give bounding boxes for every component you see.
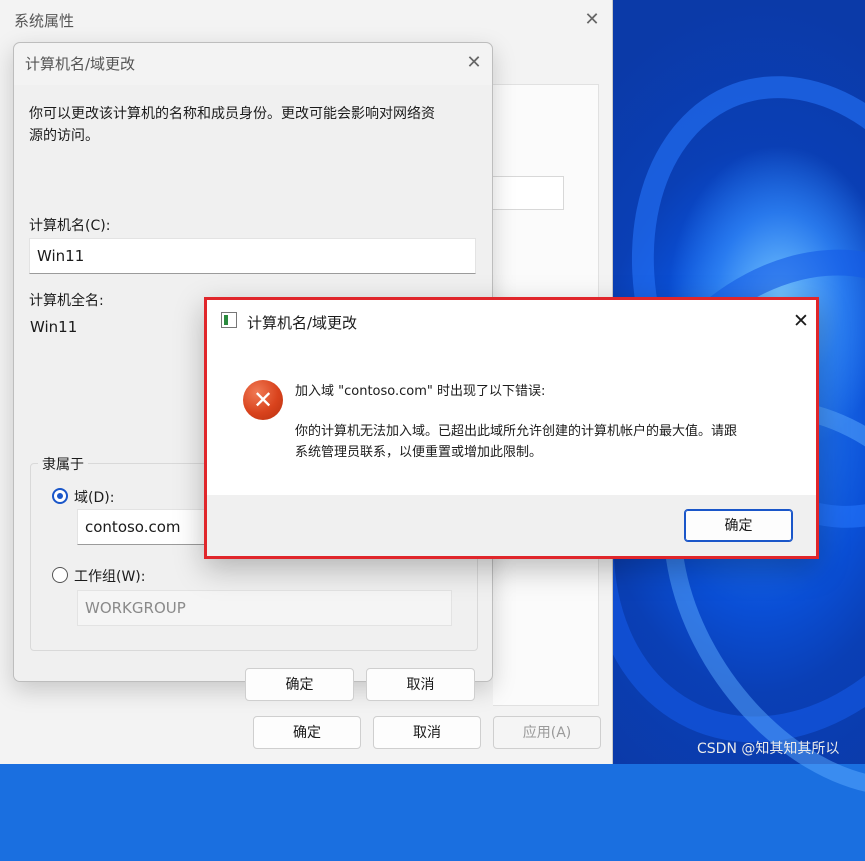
full-computer-name-label: 计算机全名: <box>29 293 104 309</box>
domain-label: 域(D): <box>74 490 115 506</box>
error-dialog-footer: 确定 <box>207 495 816 556</box>
ok-button[interactable]: 确定 <box>245 668 354 701</box>
error-icon: ✕ <box>243 380 283 420</box>
system-properties-title: 系统属性 <box>14 12 75 30</box>
computer-name-dialog-title: 计算机名/域更改 <box>25 55 136 73</box>
close-icon[interactable]: ✕ <box>462 51 486 75</box>
app-window-icon <box>221 312 237 328</box>
description-text: 你可以更改该计算机的名称和成员身份。更改可能会影响对网络资 <box>29 106 435 122</box>
watermark-text: CSDN @知其知其所以 <box>697 741 840 757</box>
error-dialog: 计算机名/域更改 ✕ ✕ 加入域 "contoso.com" 时出现了以下错误:… <box>204 297 819 559</box>
error-message-text: 系统管理员联系，以便重置或增加此限制。 <box>295 445 543 460</box>
workgroup-input[interactable]: WORKGROUP <box>77 590 452 626</box>
system-properties-ok-button[interactable]: 确定 <box>253 716 361 749</box>
system-properties-apply-button[interactable]: 应用(A) <box>493 716 601 749</box>
workgroup-label: 工作组(W): <box>74 569 146 585</box>
system-properties-cancel-button[interactable]: 取消 <box>373 716 481 749</box>
domain-radio[interactable] <box>52 488 68 504</box>
error-dialog-title: 计算机名/域更改 <box>247 314 358 332</box>
system-properties-description-field[interactable] <box>493 176 564 210</box>
computer-name-label: 计算机名(C): <box>29 218 111 234</box>
error-message-heading: 加入域 "contoso.com" 时出现了以下错误: <box>295 384 546 399</box>
error-ok-button[interactable]: 确定 <box>684 509 793 542</box>
computer-name-input[interactable]: Win11 <box>29 238 476 274</box>
error-message-text: 你的计算机无法加入域。已超出此域所允许创建的计算机帐户的最大值。请跟 <box>295 424 738 439</box>
full-computer-name-value: Win11 <box>30 318 78 336</box>
error-dialog-titlebar: 计算机名/域更改 ✕ <box>207 300 816 342</box>
member-of-label: 隶属于 <box>38 454 88 474</box>
cancel-button[interactable]: 取消 <box>366 668 475 701</box>
close-icon[interactable]: ✕ <box>580 8 604 32</box>
close-icon[interactable]: ✕ <box>789 309 813 333</box>
workgroup-radio[interactable] <box>52 567 68 583</box>
error-dialog-content: ✕ 加入域 "contoso.com" 时出现了以下错误: 你的计算机无法加入域… <box>207 342 816 495</box>
description-text: 源的访问。 <box>29 128 99 144</box>
